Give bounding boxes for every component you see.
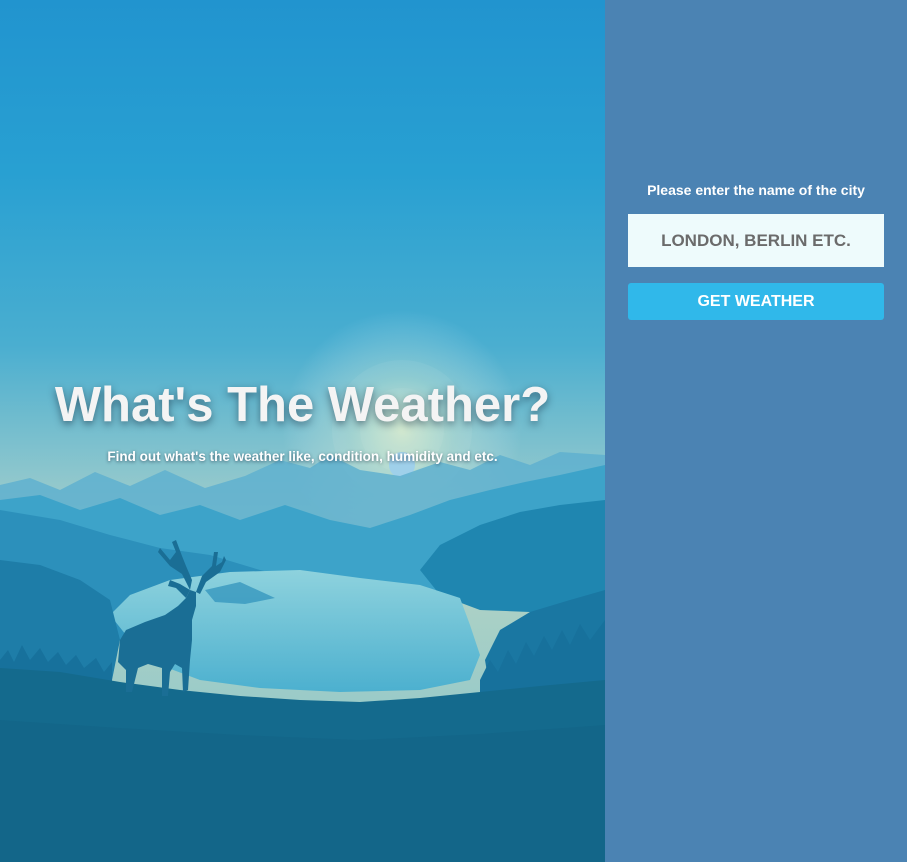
- weather-app: What's The Weather? Find out what's the …: [0, 0, 907, 862]
- city-input-label: Please enter the name of the city: [647, 182, 865, 198]
- search-panel: Please enter the name of the city GET WE…: [605, 0, 907, 862]
- page-title: What's The Weather?: [54, 378, 551, 432]
- city-search-input[interactable]: [628, 214, 884, 267]
- get-weather-button[interactable]: GET WEATHER: [628, 283, 884, 320]
- page-subtitle: Find out what's the weather like, condit…: [107, 449, 498, 464]
- hero-section: What's The Weather? Find out what's the …: [0, 0, 605, 862]
